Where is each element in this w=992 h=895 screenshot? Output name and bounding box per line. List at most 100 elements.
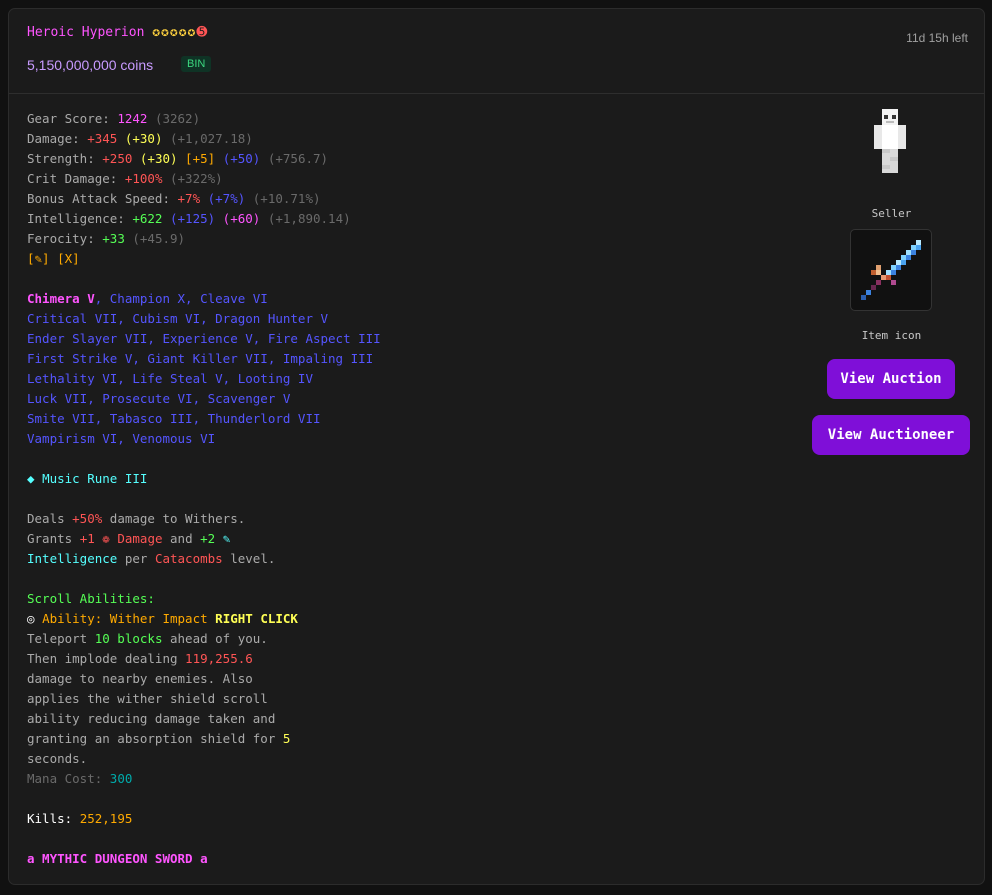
item-name: Heroic Hyperion ✪✪✪✪✪➎ — [27, 25, 207, 40]
item-icon — [850, 229, 932, 311]
grants-level: level. — [222, 551, 276, 566]
hpb: (+30) — [117, 131, 163, 146]
grants-pre: Grants — [27, 531, 80, 546]
grants-int-value: +2 — [200, 531, 216, 546]
grants-int-label: Intelligence — [27, 551, 118, 566]
ability-desc-5: ability reducing damage taken and — [27, 711, 276, 726]
mana-cost: Mana Cost: 300 — [27, 769, 587, 789]
grants-catacombs: Catacombs — [154, 551, 223, 566]
rarity-line: a MYTHIC DUNGEON SWORD a — [27, 851, 208, 866]
gem: (+7%) — [200, 191, 246, 206]
grants-line-2: Intelligence per Catacombs level. — [27, 549, 587, 569]
stat-intelligence: Intelligence: +622 (+125) (+60) (+1,890.… — [27, 209, 587, 229]
auction-header: Heroic Hyperion ✪✪✪✪✪➎ 5,150,000,000 coi… — [9, 9, 984, 94]
ability-icon: ◎ — [27, 611, 35, 626]
ability-desc-2: Then implode dealing 119,255.6 — [27, 649, 587, 669]
extra: (+1,027.18) — [162, 131, 253, 146]
deals-value: +50% — [72, 511, 103, 526]
scroll-title: Scroll Abilities: — [27, 591, 155, 606]
ability-desc-7: seconds. — [27, 751, 88, 766]
value: +100% — [124, 171, 163, 186]
stat-damage: Damage: +345 (+30) (+1,027.18) — [27, 129, 587, 149]
grants-and: and — [162, 531, 201, 546]
enchant-line-8: Vampirism VI, Venomous VI — [27, 431, 216, 446]
rune-bullet-icon: ◆ — [27, 471, 35, 486]
enchant-line-7: Smite VII, Tabasco III, Thunderlord VII — [27, 411, 321, 426]
master-star-icon: ➎ — [196, 25, 208, 40]
extra: (+756.7) — [260, 151, 329, 166]
gem: (+50) — [215, 151, 261, 166]
label: Intelligence: — [27, 211, 133, 226]
stat-attack-speed: Bonus Attack Speed: +7% (+7%) (+10.71%) — [27, 189, 587, 209]
label: Bonus Attack Speed: — [27, 191, 178, 206]
grants-line: Grants +1 ❁ Damage and +2 ✎ — [27, 529, 587, 549]
gem-slot-intelligence: [✎] — [27, 251, 50, 266]
deals-pre: Deals — [27, 511, 73, 526]
item-icon-label: Item icon — [861, 329, 922, 342]
gem: (+125) — [162, 211, 216, 226]
intelligence-icon: ✎ — [222, 531, 231, 546]
blocks: 10 blocks — [94, 631, 163, 646]
enchant-line-2: Critical VII, Cubism VI, Dragon Hunter V — [27, 311, 329, 326]
enchant-line-1: Chimera V, Champion X, Cleave VI — [27, 289, 587, 309]
extra: (+322%) — [162, 171, 223, 186]
ability-desc-6: granting an absorption shield for 5 — [27, 729, 587, 749]
ability-label: Ability: Wither Impact — [42, 611, 208, 626]
grants-dmg-value: +1 — [79, 531, 95, 546]
value: +250 — [102, 151, 133, 166]
value: +33 — [102, 231, 125, 246]
label: Damage: — [27, 131, 88, 146]
label: Ferocity: — [27, 231, 103, 246]
reforge: [+5] — [177, 151, 216, 166]
view-auctioneer-button[interactable]: View Auctioneer — [812, 415, 970, 455]
ability-desc-4: applies the wither shield scroll — [27, 691, 268, 706]
deals-post: damage to Withers. — [102, 511, 246, 526]
gem-slots: [✎] [X] — [27, 249, 587, 269]
enchant-line-3: Ender Slayer VII, Experience V, Fire Asp… — [27, 331, 381, 346]
value: +345 — [87, 131, 118, 146]
damage-icon: ❁ — [102, 531, 110, 546]
ability-click: RIGHT CLICK — [215, 611, 298, 626]
stat-ferocity: Ferocity: +33 (+45.9) — [27, 229, 587, 249]
text: Teleport — [27, 631, 95, 646]
stat-crit-damage: Crit Damage: +100% (+322%) — [27, 169, 587, 189]
text: ahead of you. — [162, 631, 268, 646]
bin-badge: BIN — [181, 56, 212, 72]
rune-line: ◆ Music Rune III — [27, 469, 587, 489]
label: Strength: — [27, 151, 103, 166]
deals-line: Deals +50% damage to Withers. — [27, 509, 587, 529]
auction-card: Heroic Hyperion ✪✪✪✪✪➎ 5,150,000,000 coi… — [8, 8, 985, 885]
mana-value: 300 — [109, 771, 133, 786]
item-name-text: Heroic Hyperion — [27, 25, 145, 40]
text: granting an absorption shield for — [27, 731, 283, 746]
ability-line: ◎ Ability: Wither Impact RIGHT CLICK — [27, 609, 587, 629]
kills-value: 252,195 — [79, 811, 133, 826]
extra: (+1,890.14) — [260, 211, 351, 226]
damage-value: 119,255.6 — [185, 651, 253, 666]
value: +7% — [177, 191, 201, 206]
enchant-line-5: Lethality VI, Life Steal V, Looting IV — [27, 371, 313, 386]
stat-gear-score: Gear Score: 1242 (3262) — [27, 109, 587, 129]
kills-line: Kills: 252,195 — [27, 809, 587, 829]
seconds-value: 5 — [282, 731, 291, 746]
mana-label: Mana Cost: — [27, 771, 110, 786]
grants-per: per — [117, 551, 155, 566]
hpb: (+30) — [132, 151, 178, 166]
enchant-text: , Champion X, Cleave VI — [94, 291, 268, 306]
label: Gear Score: — [27, 111, 118, 126]
reforge: (+60) — [215, 211, 261, 226]
enchant-line-6: Luck VII, Prosecute VI, Scavenger V — [27, 391, 291, 406]
extra: (+45.9) — [124, 231, 186, 246]
ability-desc-3: damage to nearby enemies. Also — [27, 671, 253, 686]
view-auction-button[interactable]: View Auction — [827, 359, 955, 399]
gem-slot-combat: [X] — [57, 251, 80, 266]
value: 1242 — [117, 111, 148, 126]
seller-avatar-icon[interactable] — [864, 109, 916, 201]
label: Crit Damage: — [27, 171, 125, 186]
ultimate-enchant: Chimera V — [27, 291, 95, 306]
price: 5,150,000,000 coins — [27, 57, 154, 73]
stat-strength: Strength: +250 (+30) [+5] (+50) (+756.7) — [27, 149, 587, 169]
dungeon-stars: ✪✪✪✪✪ — [152, 25, 197, 40]
extra: (3262) — [147, 111, 201, 126]
text: Then implode dealing — [27, 651, 186, 666]
